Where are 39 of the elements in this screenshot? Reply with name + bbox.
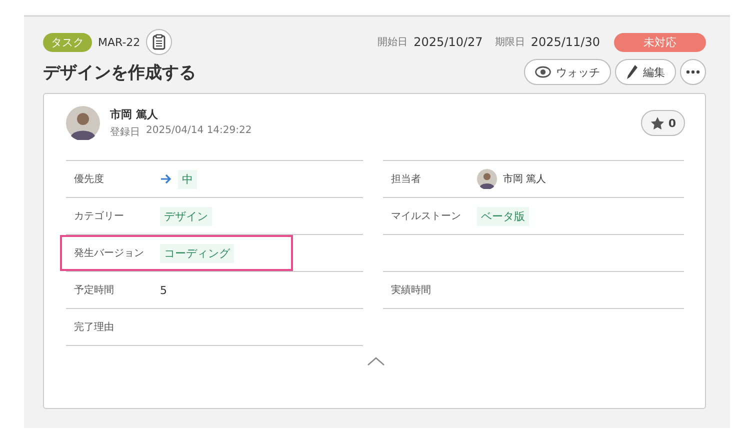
field-label: マイルストーン <box>391 210 462 224</box>
field-label: 予定時間 <box>74 284 115 298</box>
field-label: 優先度 <box>74 172 105 186</box>
field-tag: デザイン <box>160 206 212 226</box>
issue-type-badge: タスク <box>43 32 92 52</box>
field-label: カテゴリー <box>74 210 125 224</box>
assignee-name: 市岡 篤人 <box>503 172 546 186</box>
author-name: 市岡 篤人 <box>110 107 159 122</box>
clipboard-icon <box>152 34 166 50</box>
avatar-icon <box>477 169 497 189</box>
due-date: 2025/11/30 <box>530 35 600 49</box>
start-date-label: 開始日 <box>378 36 408 49</box>
star-icon <box>650 116 666 130</box>
start-date: 2025/10/27 <box>414 35 483 49</box>
due-date-label: 期限日 <box>494 36 525 49</box>
pencil-icon <box>626 64 638 80</box>
star-button[interactable]: 0 <box>641 110 685 136</box>
edit-button[interactable]: 編集 <box>615 59 676 85</box>
field-label: 担当者 <box>391 172 422 186</box>
field-label: 完了理由 <box>74 320 115 334</box>
status-badge: 未対応 <box>614 32 706 52</box>
registered-label: 登録日 <box>110 126 140 139</box>
field-value: 5 <box>160 284 167 296</box>
field-tag: ベータ版 <box>477 206 529 226</box>
priority-tag: 中 <box>178 170 197 188</box>
eye-icon <box>535 66 551 78</box>
clipboard-button[interactable] <box>146 29 172 55</box>
chevron-up-icon[interactable] <box>366 356 384 366</box>
avatar-icon <box>66 106 100 140</box>
field-tag: コーディング <box>160 244 234 262</box>
field-label: 発生バージョン <box>74 246 145 260</box>
registered-date: 2025/04/14 14:29:22 <box>146 125 252 138</box>
issue-title: デザインを作成する <box>43 62 196 84</box>
more-button[interactable] <box>680 59 706 85</box>
more-icon <box>686 70 700 74</box>
issue-key: MAR-22 <box>98 36 140 48</box>
field-label: 実績時間 <box>391 284 432 298</box>
arrow-right-icon <box>160 174 172 184</box>
watch-button[interactable]: ウォッチ <box>524 59 611 85</box>
